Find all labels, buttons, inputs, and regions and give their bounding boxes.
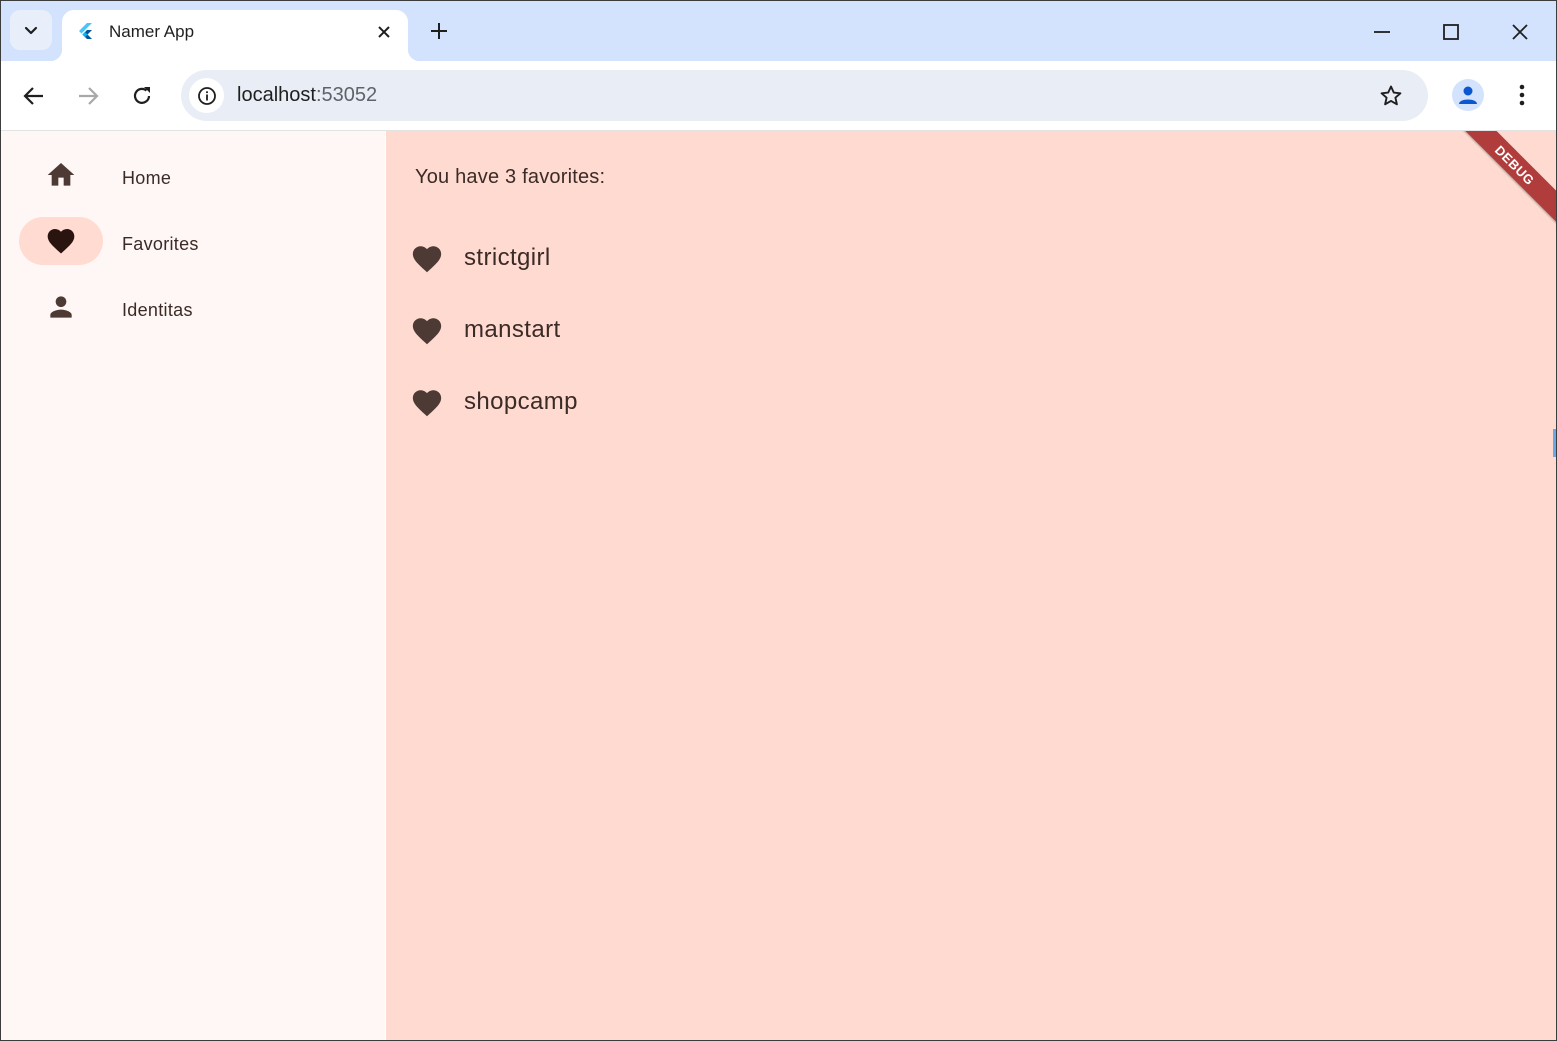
flutter-logo-icon xyxy=(79,23,92,39)
tab-namer-app[interactable]: Namer App xyxy=(50,10,420,61)
arrow-right-icon xyxy=(79,87,99,105)
nav-item-favorites[interactable]: Favorites xyxy=(19,211,359,265)
new-tab-button[interactable] xyxy=(425,17,453,45)
debug-banner: DEBUG xyxy=(1454,131,1556,226)
info-icon xyxy=(197,86,216,105)
arrow-left-icon xyxy=(23,87,43,105)
browser-toolbar: localhost:53052 xyxy=(0,61,1557,131)
minimize-button[interactable] xyxy=(1364,14,1400,50)
favorites-page: You have 3 favorites: strictgirl manstar… xyxy=(386,131,1556,1040)
site-info-button[interactable] xyxy=(189,78,224,113)
browser-menu-button[interactable] xyxy=(1506,79,1538,111)
profile-avatar-button[interactable] xyxy=(1452,79,1484,111)
browser-window: Namer App localhost:53052 Home Favorites… xyxy=(0,0,1557,1041)
url-host: localhost xyxy=(237,84,316,106)
star-icon xyxy=(1380,85,1402,106)
minimize-icon xyxy=(1374,31,1390,33)
favorite-list-item[interactable]: manstart xyxy=(386,293,986,365)
bookmark-button[interactable] xyxy=(1377,82,1405,110)
tab-close-button[interactable] xyxy=(372,20,396,44)
nav-indicator xyxy=(19,151,103,199)
url-port: :53052 xyxy=(315,84,378,106)
favorites-heading: You have 3 favorites: xyxy=(415,166,606,188)
address-bar[interactable]: localhost:53052 xyxy=(181,70,1428,121)
favorite-word: manstart xyxy=(464,316,561,343)
back-button[interactable] xyxy=(16,78,52,114)
maximize-button[interactable] xyxy=(1433,14,1469,50)
plus-icon xyxy=(431,23,447,39)
navigation-rail: Home Favorites Identitas xyxy=(1,131,385,1040)
nav-item-identitas[interactable]: Identitas xyxy=(19,277,359,325)
nav-label-home: Home xyxy=(122,168,172,188)
maximize-icon xyxy=(1443,24,1459,40)
reload-button[interactable] xyxy=(124,78,160,114)
flutter-app: Home Favorites Identitas You have 3 favo… xyxy=(1,131,1556,1040)
favorite-word: strictgirl xyxy=(464,244,551,271)
favorites-list: strictgirl manstart shopcamp xyxy=(386,221,986,437)
tab-search-button[interactable] xyxy=(10,10,52,50)
chevron-down-icon xyxy=(24,26,38,35)
nav-item-home[interactable]: Home xyxy=(19,145,359,193)
person-icon xyxy=(50,296,72,318)
favorite-list-item[interactable]: shopcamp xyxy=(386,365,986,437)
reload-icon xyxy=(133,87,151,104)
heart-icon xyxy=(47,229,75,254)
nav-label-favorites: Favorites xyxy=(122,234,199,254)
heart-icon xyxy=(412,246,442,273)
favorite-word: shopcamp xyxy=(464,388,578,415)
close-icon xyxy=(1512,24,1528,40)
forward-button[interactable] xyxy=(70,78,106,114)
heart-icon xyxy=(412,318,442,345)
heart-icon xyxy=(412,390,442,417)
close-window-button[interactable] xyxy=(1502,14,1538,50)
home-icon xyxy=(47,163,75,186)
person-icon xyxy=(1459,86,1477,104)
url-text: localhost:53052 xyxy=(237,84,377,107)
nav-indicator-active xyxy=(19,217,103,265)
favorite-list-item[interactable]: strictgirl xyxy=(386,221,986,293)
scroll-edge-indicator xyxy=(1553,429,1556,457)
tab-title: Namer App xyxy=(109,22,195,41)
more-vert-icon xyxy=(1519,84,1525,106)
nav-label-identitas: Identitas xyxy=(122,300,193,320)
tab-strip: Namer App xyxy=(0,0,1557,61)
close-icon xyxy=(378,26,390,38)
nav-indicator xyxy=(19,283,103,331)
